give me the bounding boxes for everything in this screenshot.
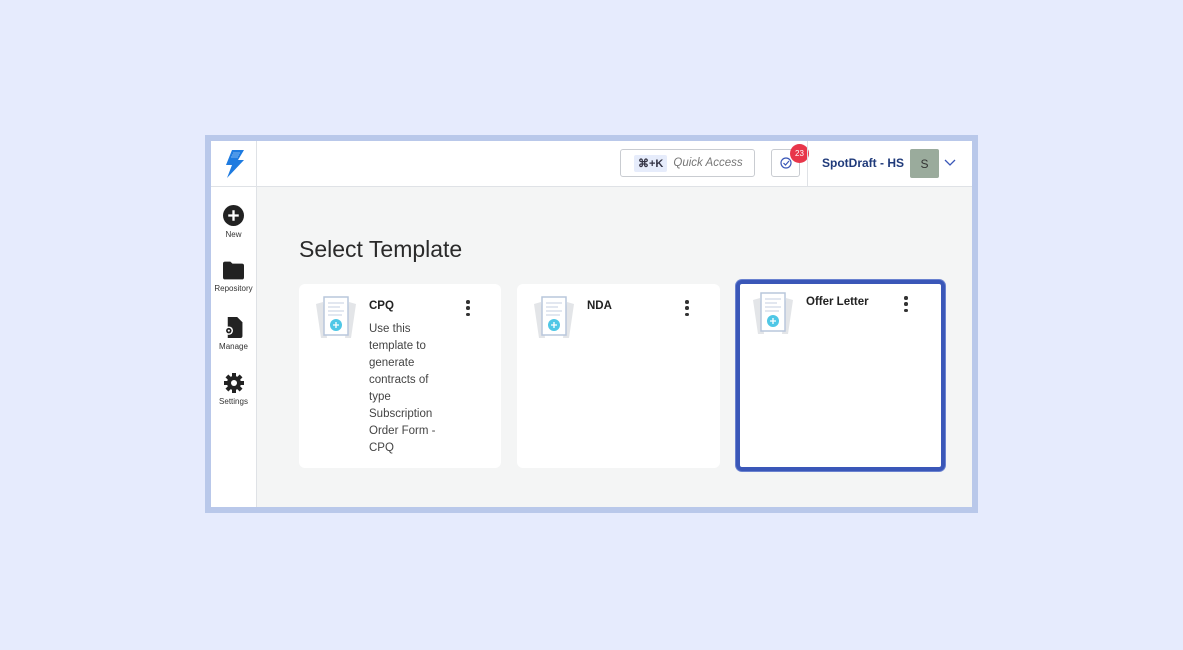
template-title: CPQ (369, 300, 394, 312)
check-circle-icon (779, 157, 792, 169)
sidebar-item-repository[interactable]: Repository (214, 261, 253, 317)
more-options-icon[interactable] (901, 296, 911, 312)
template-description: Use this template to generate contracts … (369, 323, 436, 454)
sidebar-item-label: New (225, 230, 242, 239)
template-card-offer-letter[interactable]: Offer Letter (736, 280, 945, 471)
more-options-icon[interactable] (682, 300, 692, 316)
template-title: NDA (587, 300, 612, 312)
sidebar-item-new[interactable]: New (223, 205, 244, 261)
app-window: New Repository Manage Settings ⌘+K Quick… (205, 135, 978, 513)
plus-circle-icon (223, 205, 244, 226)
sidebar-item-label: Repository (214, 284, 253, 293)
folder-icon (223, 261, 244, 280)
sidebar-item-label: Manage (219, 342, 248, 351)
chevron-down-icon[interactable] (943, 155, 957, 169)
document-template-icon (316, 296, 356, 338)
sidebar: New Repository Manage Settings (211, 141, 257, 507)
quick-access-label: Quick Access (673, 157, 743, 169)
page-title: Select Template (299, 236, 463, 262)
quick-access-button[interactable]: ⌘+K Quick Access (620, 149, 755, 177)
document-template-icon (753, 292, 793, 334)
sidebar-item-manage[interactable]: Manage (219, 317, 248, 373)
template-card-nda[interactable]: NDA (517, 284, 720, 468)
spotdraft-logo[interactable] (211, 141, 256, 187)
shortcut-hint: ⌘+K (634, 154, 668, 172)
sidebar-item-settings[interactable]: Settings (219, 373, 248, 429)
template-title: Offer Letter (806, 296, 869, 308)
workspace-name[interactable]: SpotDraft - HS (822, 156, 904, 170)
document-template-icon (534, 296, 574, 338)
more-options-icon[interactable] (463, 300, 473, 316)
template-card-cpq[interactable]: CPQ Use this template to generate contra… (299, 284, 501, 468)
file-gear-icon (225, 317, 243, 338)
sidebar-item-label: Settings (219, 397, 248, 406)
top-bar: ⌘+K Quick Access 23 SpotDraft - HS S (257, 141, 972, 187)
divider (807, 141, 808, 187)
gear-icon (223, 373, 244, 393)
avatar[interactable]: S (910, 149, 939, 178)
